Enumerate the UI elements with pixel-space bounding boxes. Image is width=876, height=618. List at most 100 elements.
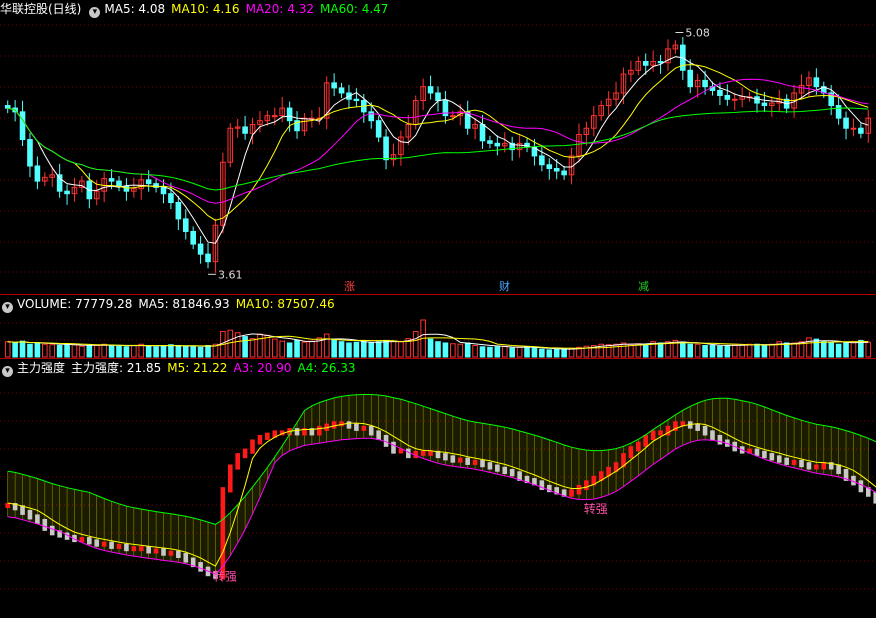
event-marker-zhang[interactable]: 涨 [342, 280, 357, 294]
ma10-readout: MA10: 4.16 [171, 2, 240, 16]
volume-bar [702, 345, 708, 358]
stock-chart-window: 5.08 3.61 转强 转强 华联控股(日线) ▾ MA5: 4.08 MA10: 4.1… [0, 0, 876, 618]
volume-bar [657, 342, 664, 358]
strength-bar [784, 457, 789, 465]
strength-bar [131, 546, 137, 552]
volume-bar [835, 343, 842, 358]
volume-bar [79, 345, 85, 358]
panel-divider[interactable] [0, 358, 876, 359]
strength-bar [49, 525, 55, 536]
candle-body [368, 111, 375, 122]
low-price-label: 3.61 [218, 268, 243, 281]
volume-bar [123, 346, 130, 358]
candle-body [479, 123, 486, 142]
volume-bar [687, 343, 694, 358]
volume-bar [205, 345, 211, 358]
volume-bar [257, 333, 263, 358]
volume-bar [12, 342, 18, 358]
strength-bar [101, 541, 107, 547]
volume-bar [843, 342, 849, 358]
volume-bar [613, 343, 619, 358]
candle-body [561, 170, 567, 176]
volume-bar [71, 344, 78, 358]
candle-body [286, 107, 293, 122]
volume-bar [353, 341, 360, 358]
ma60-readout: MA60: 4.47 [320, 2, 389, 16]
candle-body [190, 230, 196, 245]
strength-bar [502, 466, 508, 475]
candle-body [850, 127, 857, 130]
volume-bar [242, 336, 248, 358]
strength-bar [799, 459, 804, 468]
candle-body [657, 60, 664, 64]
volume-bar [331, 339, 337, 358]
candle-body [197, 243, 204, 255]
strength-bar [717, 434, 723, 445]
strength-bar [87, 537, 92, 545]
volume-bar [145, 345, 152, 358]
settings-icon[interactable]: ▾ [89, 7, 101, 18]
volume-bar [746, 343, 753, 358]
volume-bar [271, 338, 278, 358]
volume-bar [383, 339, 389, 358]
strength-bar [138, 546, 144, 552]
strength-bar [368, 425, 374, 436]
candle-body [754, 96, 760, 104]
strength-bar [643, 434, 649, 447]
strength-bar [636, 441, 641, 452]
candle-body [724, 94, 731, 100]
volume-bar [754, 343, 760, 358]
strength-bar [509, 468, 515, 477]
volume-bar [457, 343, 464, 358]
strength-bar [658, 430, 663, 436]
candle-body [19, 111, 26, 141]
volume-bar [279, 340, 286, 358]
strength-bar [569, 489, 574, 497]
panel-divider[interactable] [0, 294, 876, 295]
volume-bar [160, 345, 167, 358]
candle-body [553, 168, 560, 172]
volume-bar [108, 344, 115, 358]
m5-readout: M5: 21.22 [167, 361, 228, 375]
strength-bar [361, 425, 367, 431]
strength-bar [176, 550, 181, 559]
candle-body [205, 253, 211, 263]
volume-ma5-readout: MA5: 81846.93 [138, 297, 230, 311]
strength-bar [650, 430, 656, 440]
strength-bar [316, 425, 322, 436]
event-marker-cai[interactable]: 财 [497, 280, 512, 294]
volume-bar [197, 346, 204, 358]
volume-bar [479, 346, 486, 358]
volume-bar [301, 341, 308, 358]
strength-bar [294, 428, 300, 436]
settings-icon[interactable]: ▾ [2, 302, 13, 313]
volume-bar [761, 345, 768, 358]
high-price-label: 5.08 [685, 27, 710, 40]
volume-bar [101, 343, 107, 358]
candle-body [717, 89, 723, 96]
settings-icon[interactable]: ▾ [2, 366, 13, 377]
strength-bar [257, 434, 263, 445]
event-marker-jian[interactable]: 减 [636, 280, 651, 294]
candle-body [175, 202, 182, 220]
strength-bar [702, 425, 708, 436]
volume-bar [286, 342, 293, 358]
strength-bar [146, 546, 151, 554]
volume-bar [138, 343, 145, 358]
strength-bar [754, 448, 760, 456]
volume-bar [4, 341, 11, 358]
strength-bar [391, 441, 396, 454]
volume-bar [27, 343, 33, 358]
strength-bar [420, 450, 426, 456]
volume-bar [175, 345, 182, 358]
volume-bar [472, 345, 478, 358]
strength-bar [495, 464, 500, 472]
volume-bar [709, 345, 716, 358]
volume-bar [450, 343, 456, 358]
volume-bar [398, 341, 404, 358]
strength-bar [242, 448, 248, 459]
strength-bar [94, 539, 100, 547]
indicator-name: 主力强度 [17, 361, 66, 375]
volume-bar [539, 348, 545, 358]
strength-bar [116, 543, 122, 549]
